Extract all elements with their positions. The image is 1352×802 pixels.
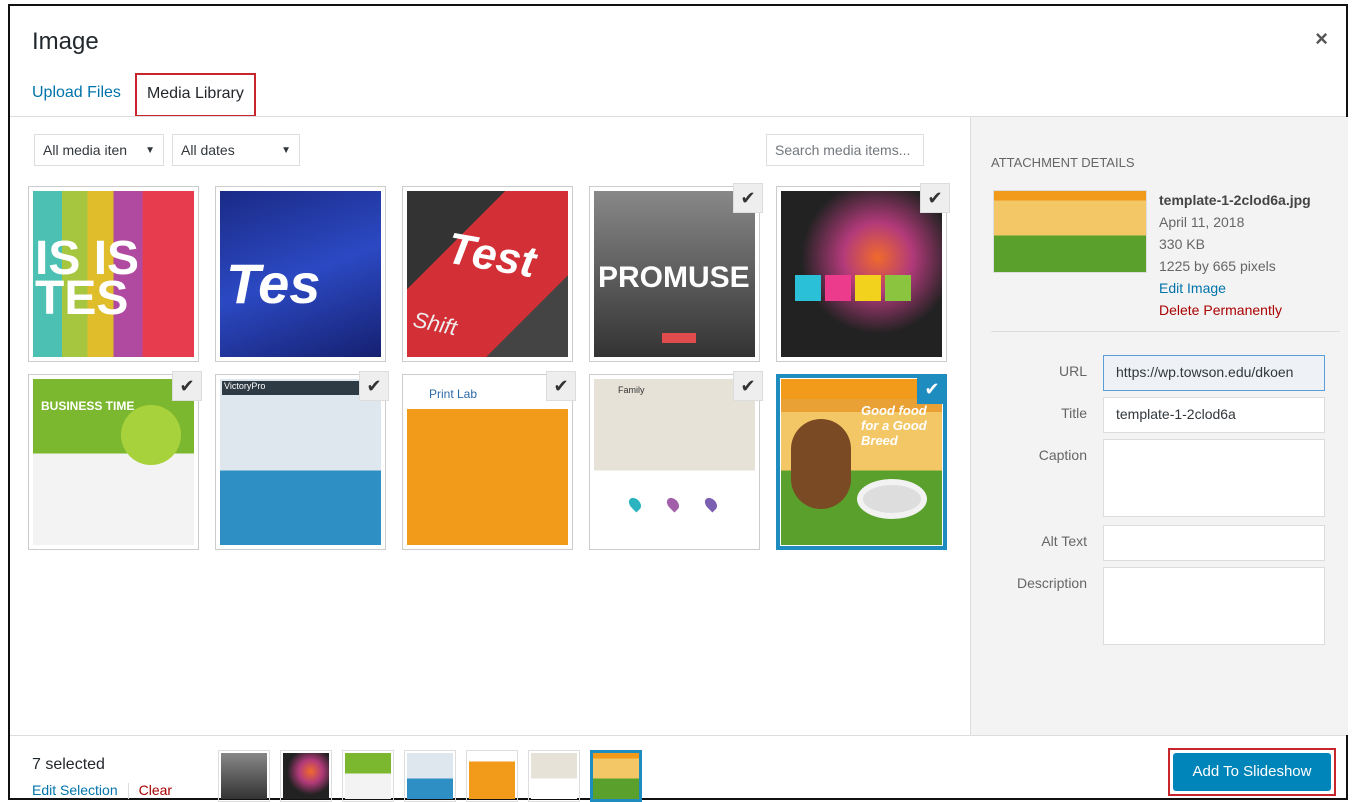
thumbnail-text: Family xyxy=(618,385,645,395)
media-item[interactable]: Test Shift xyxy=(402,186,573,362)
clear-selection-link[interactable]: Clear xyxy=(139,782,172,798)
selection-thumbnails xyxy=(218,750,642,802)
thumbnail-text: PROMUSE xyxy=(598,261,750,294)
thumbnail-text: Tes xyxy=(226,252,321,315)
alt-text-row: Alt Text xyxy=(991,525,1341,561)
attachment-filename: template-1-2clod6a.jpg xyxy=(1159,192,1311,208)
url-label: URL xyxy=(1058,363,1087,379)
title-field[interactable]: template-1-2clod6a xyxy=(1103,397,1325,433)
url-row: URL https://wp.towson.edu/dkoen xyxy=(991,355,1341,391)
selected-thumbnail[interactable] xyxy=(342,750,394,802)
media-grid: IS IS TES Tes Test Shift PROMUSE ✔ ✔ BUS… xyxy=(28,183,950,550)
media-modal: Image × Upload Files Media Library All m… xyxy=(8,4,1348,802)
selected-thumbnail-active[interactable] xyxy=(590,750,642,802)
chevron-down-icon: ▼ xyxy=(281,144,291,156)
media-type-filter-value: All media iten xyxy=(43,142,128,158)
thumbnail-decoration xyxy=(795,275,911,301)
media-toolbar: All media iten ▼ All dates ▼ xyxy=(34,134,300,166)
media-thumbnail: BUSINESS TIME xyxy=(33,379,194,545)
chevron-down-icon: ▼ xyxy=(145,144,155,156)
check-icon[interactable]: ✔ xyxy=(733,371,763,401)
thumbnail-subtext: Shift xyxy=(410,306,460,341)
media-thumbnail: IS IS TES xyxy=(33,191,194,357)
thumbnail-text: Good food for a Good Breed xyxy=(861,403,927,448)
media-type-filter[interactable]: All media iten ▼ xyxy=(34,134,164,166)
media-item[interactable]: BUSINESS TIME ✔ xyxy=(28,371,202,550)
caption-field[interactable] xyxy=(1103,439,1325,517)
description-row: Description xyxy=(991,567,1341,645)
modal-tabs: Upload Files Media Library xyxy=(32,70,256,117)
divider xyxy=(127,783,129,800)
media-item[interactable]: PROMUSE ✔ xyxy=(589,183,763,362)
add-to-slideshow-button[interactable]: Add To Slideshow xyxy=(1168,748,1336,796)
check-icon[interactable]: ✔ xyxy=(917,374,947,404)
media-item[interactable]: Print Lab ✔ xyxy=(402,371,576,550)
selected-thumbnail[interactable] xyxy=(466,750,518,802)
media-item[interactable]: Family ✔ xyxy=(589,371,763,550)
selected-thumbnail[interactable] xyxy=(218,750,270,802)
search-input[interactable]: Search media items... xyxy=(766,134,924,166)
attachment-date: April 11, 2018 xyxy=(1159,214,1245,230)
thumbnail-text: VictoryPro xyxy=(222,381,381,395)
check-icon[interactable]: ✔ xyxy=(359,371,389,401)
attachment-details-panel: ATTACHMENT DETAILS template-1-2clod6a.jp… xyxy=(970,117,1348,735)
delete-permanently-link[interactable]: Delete Permanently xyxy=(1159,299,1311,321)
alt-text-label: Alt Text xyxy=(1041,533,1087,549)
thumbnail-text: Test xyxy=(443,223,540,288)
caption-row: Caption xyxy=(991,439,1341,517)
date-filter[interactable]: All dates ▼ xyxy=(172,134,300,166)
attachment-size: 330 KB xyxy=(1159,236,1205,252)
check-icon[interactable]: ✔ xyxy=(546,371,576,401)
media-thumbnail: VictoryPro xyxy=(220,379,381,545)
alt-text-field[interactable] xyxy=(1103,525,1325,561)
media-thumbnail: PROMUSE xyxy=(594,191,755,357)
media-item-active[interactable]: Good food for a Good Breed ✔ xyxy=(776,374,947,550)
media-item[interactable]: IS IS TES xyxy=(28,186,199,362)
thumbnail-decoration xyxy=(791,419,851,509)
modal-title: Image xyxy=(32,28,99,55)
media-footer: 7 selected Edit Selection Clear Add To Sl… xyxy=(10,735,1346,802)
media-thumbnail xyxy=(781,191,942,357)
check-icon[interactable]: ✔ xyxy=(172,371,202,401)
thumbnail-text: BUSINESS TIME xyxy=(41,399,135,413)
attachment-preview xyxy=(993,190,1147,273)
close-icon[interactable]: × xyxy=(1315,26,1328,52)
selection-actions: Edit Selection Clear xyxy=(32,782,172,800)
selected-thumbnail[interactable] xyxy=(404,750,456,802)
date-filter-value: All dates xyxy=(181,142,235,158)
media-thumbnail: Family xyxy=(594,379,755,545)
attachment-meta: template-1-2clod6a.jpg April 11, 2018 33… xyxy=(1159,189,1311,321)
thumbnail-decoration xyxy=(121,405,181,465)
tab-upload-files[interactable]: Upload Files xyxy=(32,70,121,116)
attachment-dimensions: 1225 by 665 pixels xyxy=(1159,258,1276,274)
thumbnail-text: IS IS TES xyxy=(35,232,140,325)
media-thumbnail: Tes xyxy=(220,191,381,357)
thumbnail-decoration xyxy=(662,333,696,343)
description-label: Description xyxy=(1016,575,1087,591)
thumbnail-decoration xyxy=(626,495,720,513)
media-thumbnail: Print Lab xyxy=(407,379,568,545)
media-item[interactable]: Tes xyxy=(215,186,386,362)
selected-thumbnail[interactable] xyxy=(280,750,332,802)
edit-image-link[interactable]: Edit Image xyxy=(1159,277,1311,299)
check-icon[interactable]: ✔ xyxy=(733,183,763,213)
add-to-slideshow-label: Add To Slideshow xyxy=(1173,753,1331,791)
title-label: Title xyxy=(1061,405,1087,421)
thumbnail-text: Print Lab xyxy=(429,387,478,401)
media-item[interactable]: VictoryPro ✔ xyxy=(215,371,389,550)
selection-count: 7 selected xyxy=(32,756,105,773)
url-field[interactable]: https://wp.towson.edu/dkoen xyxy=(1103,355,1325,391)
title-row: Title template-1-2clod6a xyxy=(991,397,1341,433)
check-icon[interactable]: ✔ xyxy=(920,183,950,213)
caption-label: Caption xyxy=(1038,447,1087,463)
media-item[interactable]: ✔ xyxy=(776,183,950,362)
edit-selection-link[interactable]: Edit Selection xyxy=(32,782,118,798)
description-field[interactable] xyxy=(1103,567,1325,645)
media-thumbnail: Test Shift xyxy=(407,191,568,357)
tab-media-library[interactable]: Media Library xyxy=(134,73,256,117)
selected-thumbnail[interactable] xyxy=(528,750,580,802)
thumbnail-decoration xyxy=(857,479,927,519)
divider xyxy=(991,331,1340,332)
attachment-details-heading: ATTACHMENT DETAILS xyxy=(991,155,1135,170)
